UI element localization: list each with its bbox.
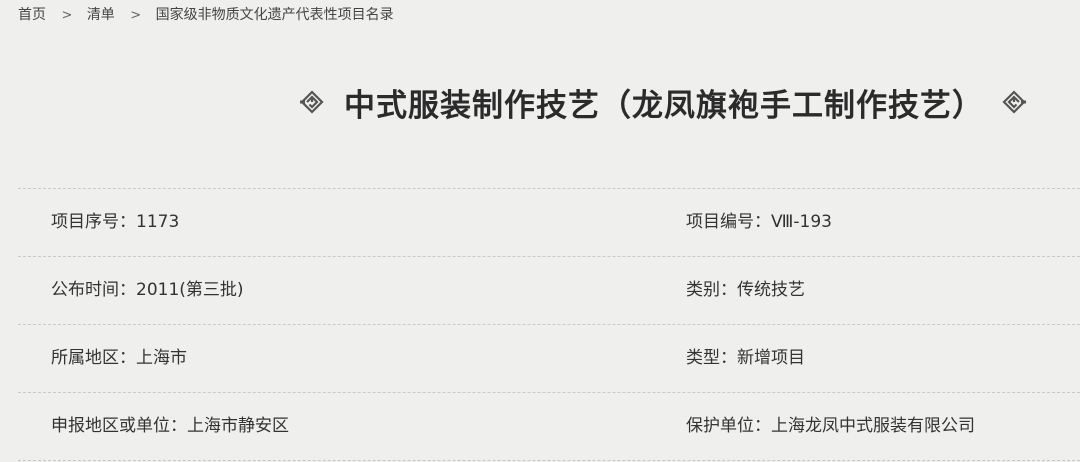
region: 所属地区：上海市 [51,348,187,368]
declaring-unit: 申报地区或单位：上海市静安区 [51,416,289,436]
knot-ornament-right-icon [1002,89,1026,115]
info-row: 项目序号：1173 项目编号：Ⅷ-193 [18,189,1080,257]
breadcrumb-list-link[interactable]: 清单 [87,7,115,23]
breadcrumb-home-link[interactable]: 首页 [18,7,46,23]
info-table: 项目序号：1173 项目编号：Ⅷ-193 公布时间：2011(第三批) 类别：传… [18,188,1080,461]
info-row: 公布时间：2011(第三批) 类别：传统技艺 [18,257,1080,325]
project-type: 类型：新增项目 [686,348,805,368]
publish-time: 公布时间：2011(第三批) [51,280,244,300]
project-code: 项目编号：Ⅷ-193 [686,212,832,232]
knot-ornament-left-icon [300,89,324,115]
info-row: 所属地区：上海市 类型：新增项目 [18,325,1080,393]
project-serial-number: 项目序号：1173 [51,212,180,232]
breadcrumb: 首页 > 清单 > 国家级非物质文化遗产代表性项目名录 [18,4,394,26]
breadcrumb-current-link[interactable]: 国家级非物质文化遗产代表性项目名录 [156,7,394,23]
title-block: 中式服装制作技艺（龙凤旗袍手工制作技艺） [300,78,1026,126]
protection-unit: 保护单位：上海龙凤中式服装有限公司 [686,416,975,436]
breadcrumb-separator: > [61,8,73,23]
info-row: 申报地区或单位：上海市静安区 保护单位：上海龙凤中式服装有限公司 [18,393,1080,461]
breadcrumb-separator: > [130,8,142,23]
category: 类别：传统技艺 [686,280,805,300]
page-title: 中式服装制作技艺（龙凤旗袍手工制作技艺） [344,87,984,124]
